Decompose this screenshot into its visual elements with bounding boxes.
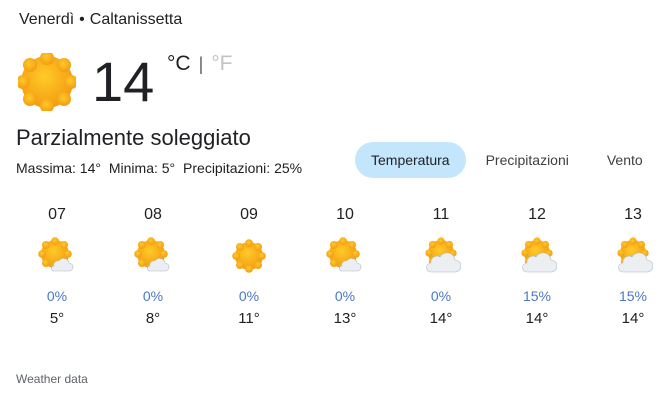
hour-temperature: 5° bbox=[49, 310, 65, 327]
hour-precipitation: 0% bbox=[142, 288, 164, 304]
hourly-item: 08 0% 8° bbox=[105, 204, 201, 327]
celsius-unit[interactable]: °C bbox=[167, 52, 191, 76]
hour-time: 08 bbox=[144, 206, 162, 223]
hourly-forecast: 07 0% 5° 08 0% 8° 09 0% 11° 10 0% 13° 11… bbox=[9, 204, 662, 327]
forecast-tabs: Temperatura Precipitazioni Vento bbox=[355, 142, 643, 178]
tab-temperature[interactable]: Temperatura bbox=[355, 142, 466, 178]
hour-temperature: 14° bbox=[621, 310, 645, 327]
hour-precipitation: 0% bbox=[334, 288, 356, 304]
unit-separator: | bbox=[198, 53, 204, 74]
hourly-item: 11 0% 14° bbox=[393, 204, 489, 327]
hourly-item: 09 0% 11° bbox=[201, 204, 297, 327]
hour-time: 09 bbox=[240, 206, 258, 223]
fahrenheit-unit[interactable]: °F bbox=[211, 52, 232, 76]
day-label: Venerdì bbox=[19, 11, 75, 28]
daily-stats: Massima: 14° Minima: 5° Precipitazioni: … bbox=[16, 160, 306, 176]
hourly-item: 10 0% 13° bbox=[297, 204, 393, 327]
hour-time: 13 bbox=[624, 206, 642, 223]
hour-temperature: 11° bbox=[238, 310, 260, 327]
current-temperature: 14 bbox=[92, 50, 155, 113]
hour-precipitation: 0% bbox=[46, 288, 68, 304]
sun-cloud-small-icon bbox=[325, 236, 365, 276]
hourly-item: 12 15% 14° bbox=[489, 204, 585, 327]
hour-time: 07 bbox=[48, 206, 66, 223]
sun-cloud-icon bbox=[517, 236, 557, 276]
weather-condition: Parzialmente soleggiato bbox=[16, 125, 251, 150]
sun-cloud-icon bbox=[421, 236, 461, 276]
hour-precipitation: 15% bbox=[618, 288, 648, 304]
hour-temperature: 13° bbox=[333, 310, 357, 327]
weather-data-link[interactable]: Weather data bbox=[16, 372, 88, 386]
precipitation-chance: Precipitazioni: 25% bbox=[183, 160, 303, 176]
location-header: Venerdì • Caltanissetta bbox=[19, 11, 182, 29]
sun-cloud-small-icon bbox=[133, 236, 173, 276]
unit-toggle: °C | °F bbox=[167, 52, 233, 76]
location-label: Caltanissetta bbox=[89, 11, 183, 28]
sun-cloud-icon bbox=[613, 236, 653, 276]
hour-temperature: 14° bbox=[429, 310, 453, 327]
sun-icon bbox=[18, 53, 76, 111]
tab-precipitation[interactable]: Precipitazioni bbox=[470, 142, 585, 178]
hour-precipitation: 15% bbox=[522, 288, 552, 304]
hour-precipitation: 0% bbox=[430, 288, 452, 304]
hour-precipitation: 0% bbox=[238, 288, 260, 304]
hour-time: 12 bbox=[528, 206, 546, 223]
hourly-item: 07 0% 5° bbox=[9, 204, 105, 327]
min-temp: Minima: 5° bbox=[108, 160, 176, 176]
max-temp: Massima: 14° bbox=[16, 160, 101, 176]
hour-time: 10 bbox=[336, 206, 354, 223]
hour-temperature: 8° bbox=[145, 310, 161, 327]
hour-time: 11 bbox=[432, 206, 450, 223]
hourly-item: 13 15% 14° bbox=[585, 204, 662, 327]
sun-cloud-small-icon bbox=[37, 236, 77, 276]
sun-icon bbox=[229, 236, 269, 276]
hour-temperature: 14° bbox=[525, 310, 549, 327]
tab-wind[interactable]: Vento bbox=[591, 142, 643, 178]
separator-dot: • bbox=[79, 11, 85, 28]
